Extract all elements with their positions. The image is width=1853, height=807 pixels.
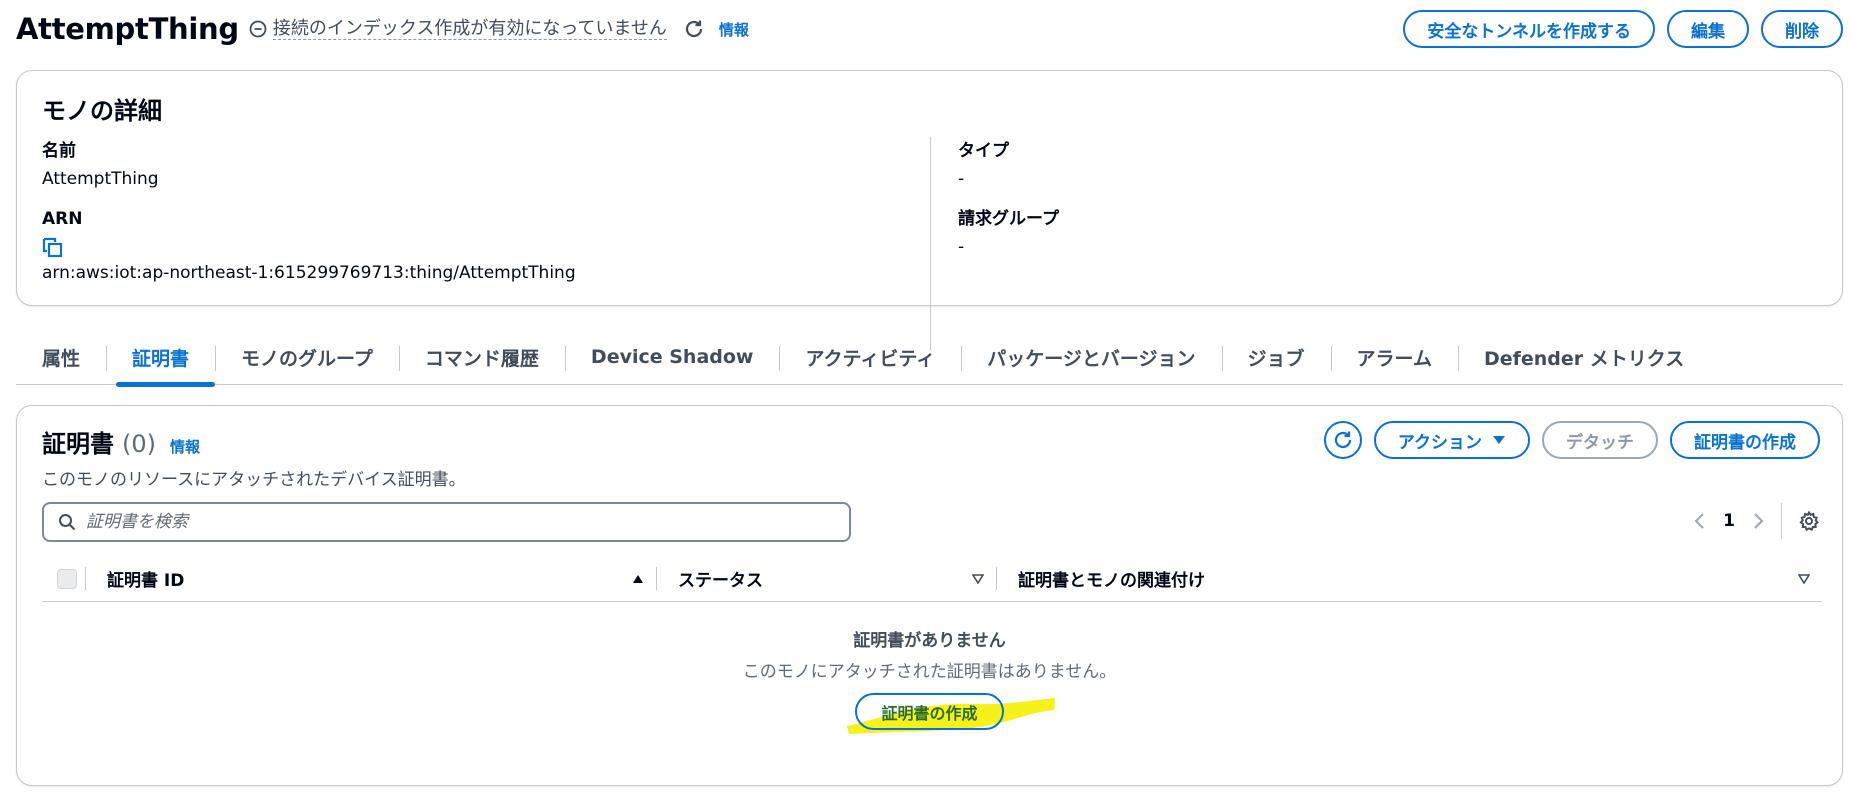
certificates-header: 証明書 (0) 情報 xyxy=(42,424,200,459)
select-all-cell xyxy=(42,556,85,602)
thing-details-panel: モノの詳細 名前 AttemptThing ARN arn:aws:iot:ap… xyxy=(16,70,1843,350)
create-tunnel-button[interactable]: 安全なトンネルを作成する xyxy=(1403,10,1655,48)
actions-dropdown-button[interactable]: アクション xyxy=(1373,421,1530,459)
tab-certificates[interactable]: 証明書 xyxy=(106,330,216,387)
details-divider xyxy=(930,137,931,350)
refresh-button[interactable] xyxy=(1323,421,1362,459)
details-right-column: タイプ - 請求グループ - xyxy=(958,139,1059,259)
tab-jobs[interactable]: ジョブ xyxy=(1221,330,1331,385)
empty-state-action: 証明書の作成 xyxy=(17,693,1842,730)
tab-bar: 属性 証明書 モノのグループ コマンド履歴 Device Shadow アクティ… xyxy=(16,330,1843,387)
type-label: タイプ xyxy=(958,141,1009,161)
type-field: タイプ - xyxy=(958,139,1059,191)
delete-button[interactable]: 削除 xyxy=(1761,10,1843,48)
certificates-actions: アクション デタッチ 証明書の作成 xyxy=(1323,421,1820,459)
arn-label: ARN xyxy=(42,209,83,229)
billing-group-field: 請求グループ - xyxy=(958,207,1059,259)
certificates-count: (0) xyxy=(122,430,156,458)
empty-create-certificate-button[interactable]: 証明書の作成 xyxy=(855,693,1004,730)
column-certificate-id-label: 証明書 ID xyxy=(107,571,185,591)
tab-activity[interactable]: アクティビティ xyxy=(779,330,961,385)
arn-value: arn:aws:iot:ap-northeast-1:615299769713:… xyxy=(42,263,576,283)
column-status-label: ステータス xyxy=(678,571,763,591)
arn-field: ARN arn:aws:iot:ap-northeast-1:615299769… xyxy=(42,207,922,285)
column-status[interactable]: ステータス xyxy=(657,556,996,602)
search-icon xyxy=(58,513,76,531)
index-status-text[interactable]: 接続のインデックス作成が有効になっていません xyxy=(272,18,667,41)
pagination-divider xyxy=(1781,503,1782,539)
empty-state-title: 証明書がありません xyxy=(853,631,1006,651)
empty-state-description: このモノにアタッチされた証明書はありません。 xyxy=(742,662,1117,682)
certificates-title: 証明書 xyxy=(42,430,114,458)
create-certificate-button[interactable]: 証明書の作成 xyxy=(1670,421,1820,459)
billing-group-value: - xyxy=(958,237,965,257)
sort-icon xyxy=(1798,573,1822,584)
name-field: 名前 AttemptThing xyxy=(42,139,922,191)
detach-button[interactable]: デタッチ xyxy=(1542,421,1658,459)
chevron-right-icon[interactable] xyxy=(1753,512,1765,530)
actions-label: アクション xyxy=(1397,432,1482,453)
tab-packages-versions[interactable]: パッケージとバージョン xyxy=(961,330,1221,385)
chevron-left-icon[interactable] xyxy=(1693,512,1705,530)
certificates-info-link[interactable]: 情報 xyxy=(170,436,200,457)
tab-attributes[interactable]: 属性 xyxy=(16,330,106,385)
certificate-search-input[interactable] xyxy=(86,512,806,532)
tab-alarms[interactable]: アラーム xyxy=(1330,330,1458,385)
page-title: AttemptThing xyxy=(16,12,239,46)
tab-thing-groups[interactable]: モノのグループ xyxy=(215,330,399,385)
sort-ascending-icon xyxy=(632,574,656,584)
name-value: AttemptThing xyxy=(42,169,159,189)
tab-command-history[interactable]: コマンド履歴 xyxy=(398,330,565,385)
refresh-icon xyxy=(1332,429,1354,451)
copy-icon[interactable] xyxy=(42,237,922,259)
select-all-checkbox[interactable] xyxy=(57,568,77,589)
certificates-panel: 証明書 (0) 情報 このモノのリソースにアタッチされたデバイス証明書。 アクシ… xyxy=(16,405,1843,786)
column-certificate-id[interactable]: 証明書 ID xyxy=(86,556,656,602)
page-header: AttemptThing 接続のインデックス作成が有効になっていません 情報 安… xyxy=(16,8,1843,50)
type-value: - xyxy=(958,169,965,189)
tab-device-shadow[interactable]: Device Shadow xyxy=(564,330,780,385)
header-info-link[interactable]: 情報 xyxy=(719,19,749,40)
name-label: 名前 xyxy=(42,141,76,161)
details-title: モノの詳細 xyxy=(42,97,162,125)
gear-icon[interactable] xyxy=(1798,510,1820,532)
column-association-label: 証明書とモノの関連付け xyxy=(1018,571,1205,591)
billing-group-label: 請求グループ xyxy=(958,209,1059,229)
minus-circle-icon xyxy=(249,20,267,38)
current-page[interactable]: 1 xyxy=(1723,511,1735,531)
index-status: 接続のインデックス作成が有効になっていません xyxy=(249,18,667,41)
certificates-table-header: 証明書 ID ステータス 証明書とモノの関連付け xyxy=(42,556,1822,602)
tab-defender-metrics[interactable]: Defender メトリクス xyxy=(1457,330,1710,385)
certificate-search xyxy=(42,502,851,542)
sort-icon xyxy=(972,573,996,584)
refresh-icon[interactable] xyxy=(683,18,705,40)
header-actions: 安全なトンネルを作成する 編集 削除 xyxy=(1403,10,1843,48)
certificates-description: このモノのリソースにアタッチされたデバイス証明書。 xyxy=(42,470,466,490)
details-left-column: 名前 AttemptThing ARN arn:aws:iot:ap-north… xyxy=(42,139,922,285)
column-association[interactable]: 証明書とモノの関連付け xyxy=(997,556,1822,602)
edit-button[interactable]: 編集 xyxy=(1667,10,1749,48)
caret-down-icon xyxy=(1492,435,1506,445)
pagination: 1 xyxy=(1693,501,1820,541)
